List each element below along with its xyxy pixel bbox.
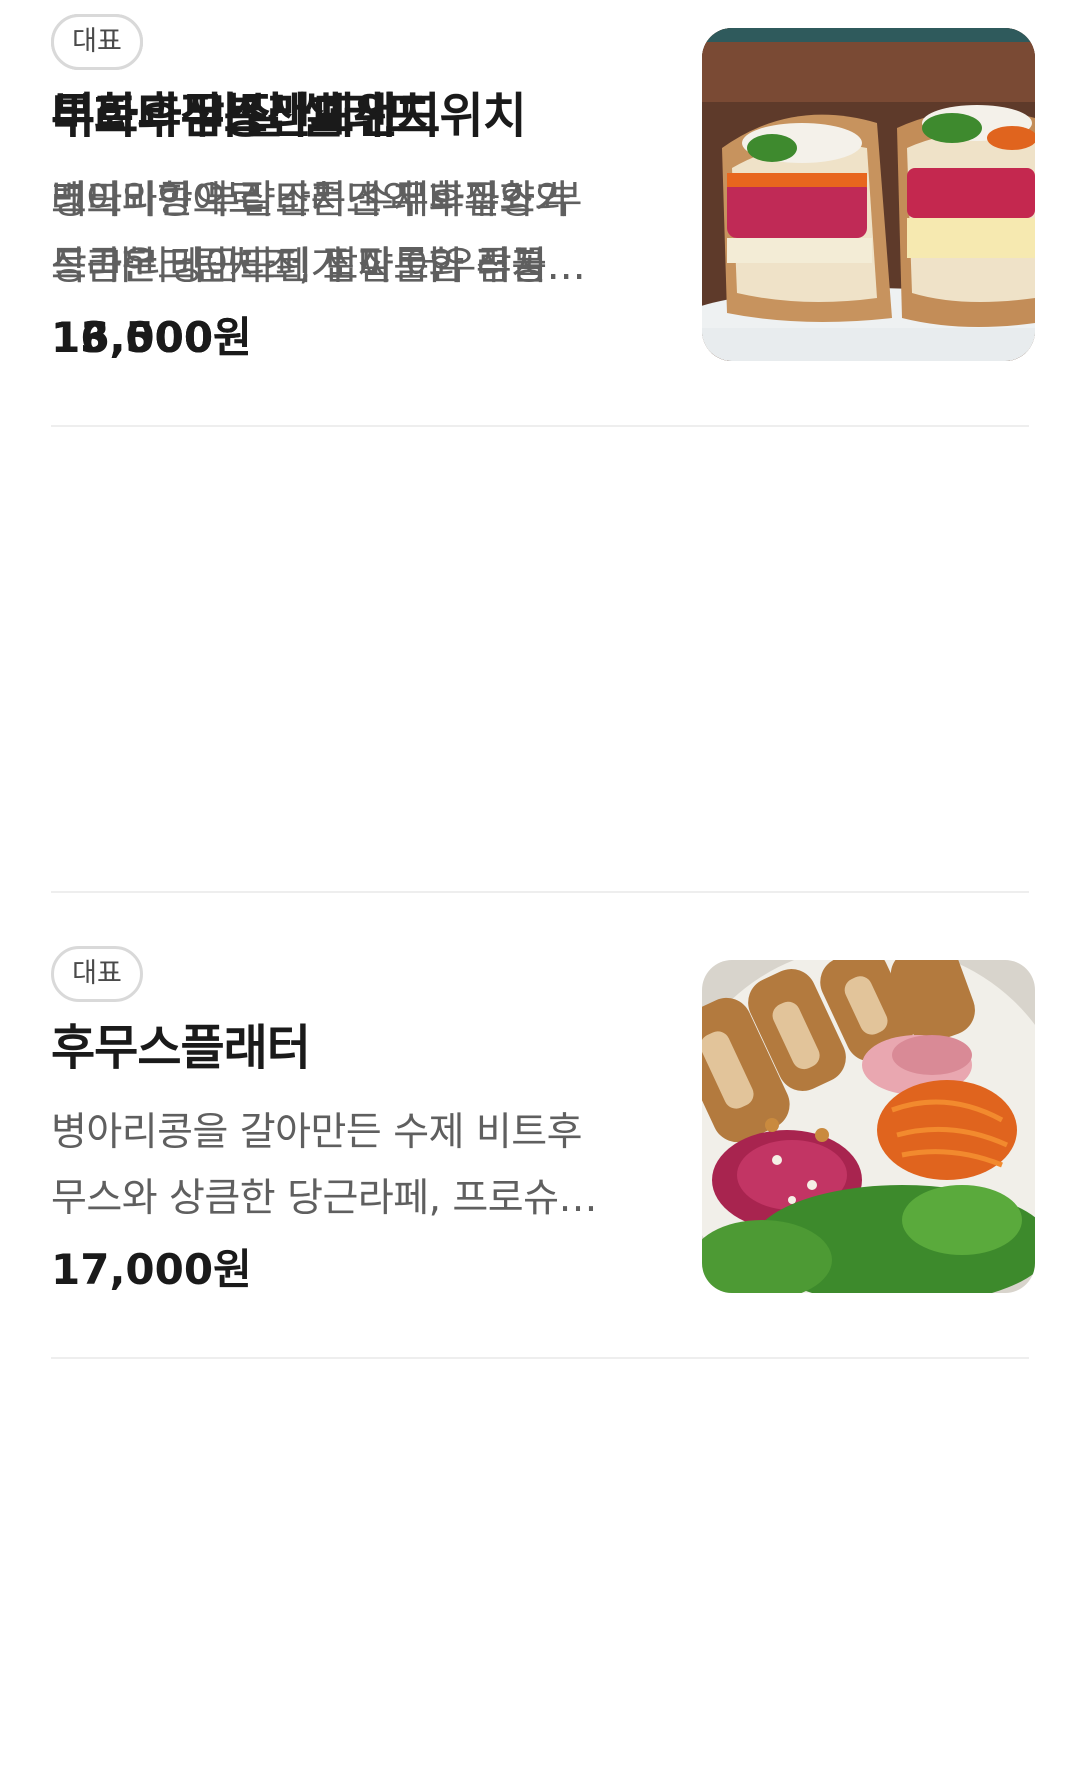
hummus-platter-image <box>702 960 1035 1293</box>
divider <box>51 891 1029 893</box>
menu-name: 비트후무스라페샌드위치 <box>51 88 527 144</box>
menu-price: 13,500원 <box>51 313 252 362</box>
divider <box>51 425 1029 427</box>
beet-hummus-sandwich-image <box>702 28 1035 361</box>
menu-description-line: 상큼한 당근라페가 잘 어우러지… <box>51 244 586 289</box>
menu-description-line: 병아리콩으로 만든 수제후무스와 <box>51 178 571 223</box>
menu-name: 후무스플래터 <box>51 1020 311 1076</box>
beet-hummus-sandwich-photo[interactable] <box>702 28 1035 361</box>
menu-description-line: 무스와 상큼한 당근라페, 프로슈… <box>51 1176 598 1221</box>
menu-price: 17,000원 <box>51 1245 252 1294</box>
menu-description-line: 병아리콩을 갈아만든 수제 비트후 <box>51 1110 583 1155</box>
menu-item[interactable]: 대표 비트후무스라페샌드위치 병아리콩으로 만든 수제후무스와 상큼한 당근라페… <box>51 0 1035 420</box>
menu-list: 대표 부라타 바질 샐러드 크리미한 부라타치즈와 바질향가 득 마리네이드된 … <box>0 0 1080 1790</box>
hummus-platter-photo[interactable] <box>702 960 1035 1293</box>
menu-item[interactable]: 대표 후무스플래터 병아리콩을 갈아만든 수제 비트후 무스와 상큼한 당근라페… <box>51 932 1035 1352</box>
menu-description: 병아리콩을 갈아만든 수제 비트후 무스와 상큼한 당근라페, 프로슈… <box>51 1100 651 1232</box>
menu-description: 병아리콩으로 만든 수제후무스와 상큼한 당근라페가 잘 어우러지… <box>51 168 651 300</box>
signature-badge: 대표 <box>51 14 143 70</box>
signature-badge: 대표 <box>51 946 143 1002</box>
divider <box>51 1357 1029 1359</box>
